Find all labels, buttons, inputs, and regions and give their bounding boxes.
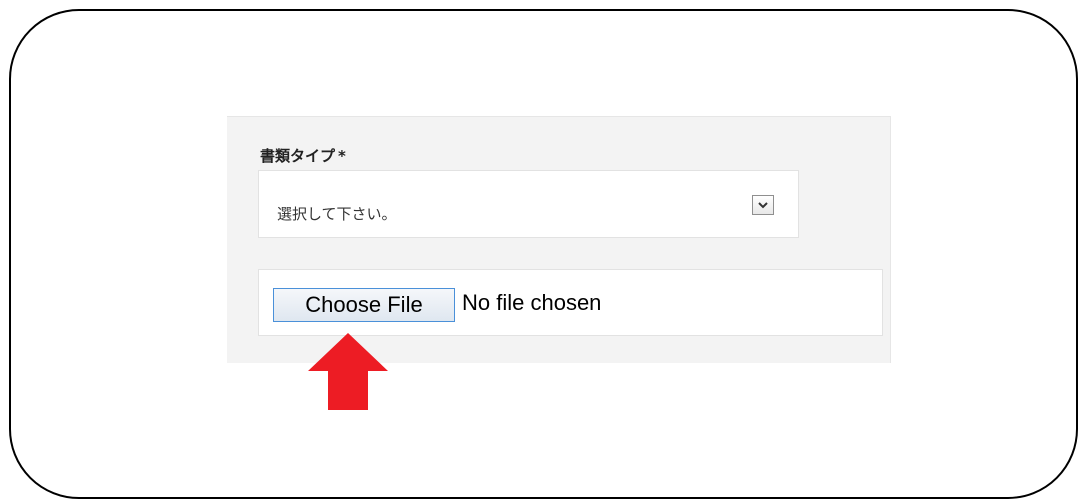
choose-file-button[interactable]: Choose File — [273, 288, 455, 322]
arrow-up-shape — [308, 333, 388, 410]
chevron-down-icon-glyph — [758, 202, 768, 209]
file-status-text: No file chosen — [462, 290, 602, 315]
required-mark: * — [338, 147, 346, 165]
document-type-select[interactable]: 選択して下さい。 — [258, 170, 799, 238]
document-type-label-text: 書類タイプ — [260, 147, 336, 165]
document-type-select-value: 選択して下さい。 — [277, 205, 397, 223]
file-input-field: Choose File No file chosen — [258, 269, 883, 336]
arrow-up-icon — [308, 333, 388, 410]
chevron-down-icon[interactable] — [752, 195, 774, 215]
document-type-label: 書類タイプ * — [260, 145, 346, 166]
